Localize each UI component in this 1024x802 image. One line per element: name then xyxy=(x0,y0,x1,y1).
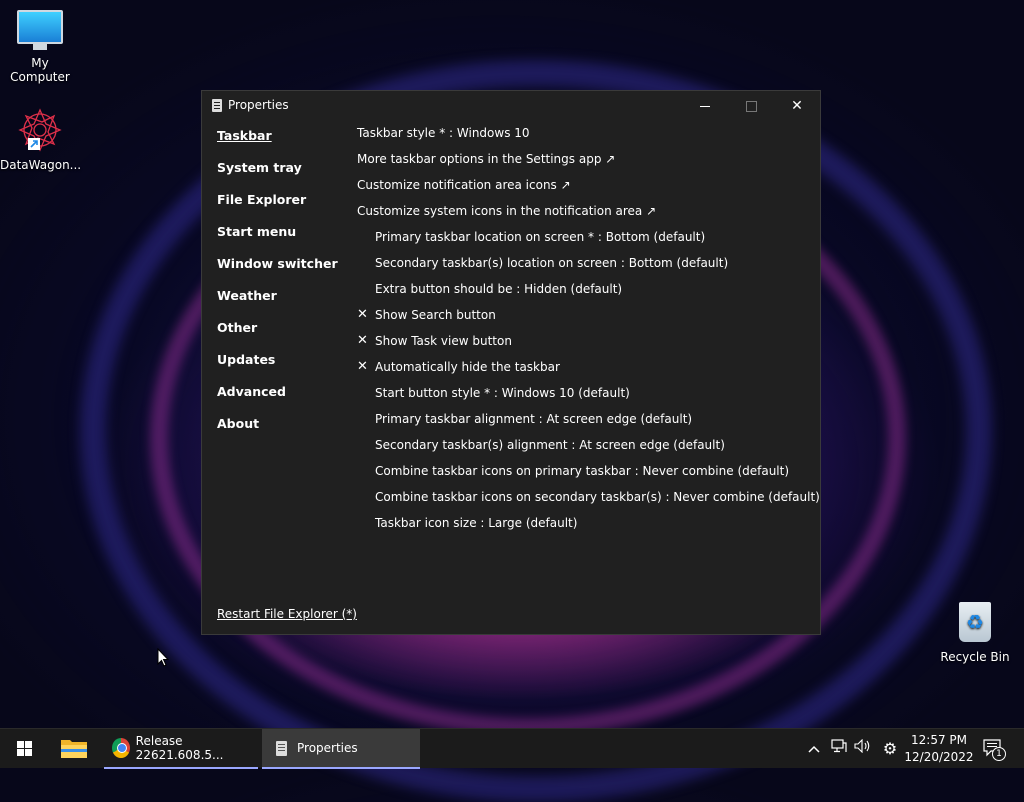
sidebar-item-updates[interactable]: Updates xyxy=(217,352,347,384)
setting-secondary-taskbar-alignment[interactable]: Secondary taskbar(s) alignment : At scre… xyxy=(357,437,807,463)
sidebar-item-window-switcher[interactable]: Window switcher xyxy=(217,256,347,288)
sidebar-nav: Taskbar System tray File Explorer Start … xyxy=(217,128,347,448)
desktop-icon-recycle-bin[interactable]: Recycle Bin xyxy=(935,602,1015,664)
setting-secondary-taskbar-location[interactable]: Secondary taskbar(s) location on screen … xyxy=(357,255,807,281)
close-button[interactable]: ✕ xyxy=(774,91,820,121)
sidebar-item-about[interactable]: About xyxy=(217,416,347,448)
mouse-cursor-icon xyxy=(157,648,169,667)
desktop-icon-label: My Computer xyxy=(10,56,70,84)
check-icon: ✕ xyxy=(357,307,368,322)
datawagon-icon xyxy=(18,108,62,152)
network-button[interactable] xyxy=(828,729,850,769)
window-title: Properties xyxy=(228,98,289,112)
sidebar-item-advanced[interactable]: Advanced xyxy=(217,384,347,416)
check-icon: ✕ xyxy=(357,333,368,348)
taskbar-item-properties[interactable]: Properties xyxy=(262,729,420,769)
maximize-icon xyxy=(745,100,757,112)
show-hidden-icons-button[interactable] xyxy=(804,729,824,769)
sidebar-item-start-menu[interactable]: Start menu xyxy=(217,224,347,256)
setting-combine-primary[interactable]: Combine taskbar icons on primary taskbar… xyxy=(357,463,807,489)
taskbar-item-chrome[interactable]: Release 22621.608.5... xyxy=(104,729,258,769)
volume-icon xyxy=(854,738,870,754)
clock-date: 12/20/2022 xyxy=(904,750,974,764)
clock-time: 12:57 PM xyxy=(911,733,967,747)
notification-count-badge: 1 xyxy=(992,747,1006,761)
setting-taskbar-style[interactable]: Taskbar style * : Windows 10 xyxy=(357,125,807,151)
desktop-icon-label: Recycle Bin xyxy=(940,650,1010,664)
windows-logo-icon xyxy=(17,741,32,756)
setting-start-button-style[interactable]: Start button style * : Windows 10 (defau… xyxy=(357,385,807,411)
setting-taskbar-icon-size[interactable]: Taskbar icon size : Large (default) xyxy=(357,515,807,541)
minimize-icon xyxy=(700,105,710,107)
monitor-icon xyxy=(17,10,63,50)
gear-icon: ⚙ xyxy=(882,739,898,758)
close-icon: ✕ xyxy=(791,98,803,114)
setting-extra-button[interactable]: Extra button should be : Hidden (default… xyxy=(357,281,807,307)
volume-button[interactable] xyxy=(852,729,874,769)
sidebar-item-file-explorer[interactable]: File Explorer xyxy=(217,192,347,224)
desktop-icon-label: DataWagon... xyxy=(0,158,82,172)
checkbox-label: Show Search button xyxy=(375,308,496,322)
file-explorer-icon[interactable] xyxy=(60,737,88,759)
setting-primary-taskbar-alignment[interactable]: Primary taskbar alignment : At screen ed… xyxy=(357,411,807,437)
desktop-icon-my-computer[interactable]: My Computer xyxy=(0,10,80,84)
check-icon: ✕ xyxy=(357,359,368,374)
properties-app-icon xyxy=(276,740,287,756)
sidebar-item-other[interactable]: Other xyxy=(217,320,347,352)
sidebar-item-weather[interactable]: Weather xyxy=(217,288,347,320)
maximize-button[interactable] xyxy=(728,91,774,121)
setting-combine-secondary[interactable]: Combine taskbar icons on secondary taskb… xyxy=(357,489,820,515)
taskbar: Release 22621.608.5... Properties ⚙ 12:5… xyxy=(0,728,1024,769)
chrome-icon xyxy=(112,738,130,758)
desktop-icon-datawagon[interactable]: DataWagon... xyxy=(0,106,82,172)
checkbox-show-search-button[interactable]: ✕ Show Search button xyxy=(357,307,807,333)
network-icon xyxy=(831,739,847,753)
start-button[interactable] xyxy=(0,729,48,769)
settings-list: Taskbar style * : Windows 10 More taskba… xyxy=(357,125,820,541)
link-system-icons[interactable]: Customize system icons in the notificati… xyxy=(357,203,807,229)
checkbox-show-task-view-button[interactable]: ✕ Show Task view button xyxy=(357,333,807,359)
title-bar[interactable]: Properties ✕ xyxy=(202,91,820,121)
chevron-up-icon xyxy=(808,745,820,753)
properties-app-icon xyxy=(212,99,222,112)
checkbox-label: Automatically hide the taskbar xyxy=(375,360,560,374)
properties-window: Properties ✕ Taskbar System tray File Ex… xyxy=(201,90,821,635)
settings-tray-button[interactable]: ⚙ xyxy=(878,729,902,769)
sidebar-item-taskbar[interactable]: Taskbar xyxy=(217,128,347,160)
taskbar-item-label: Properties xyxy=(297,741,358,755)
checkbox-auto-hide-taskbar[interactable]: ✕ Automatically hide the taskbar xyxy=(357,359,807,385)
minimize-button[interactable] xyxy=(682,91,728,121)
recycle-bin-icon xyxy=(959,602,991,642)
link-taskbar-options-settings[interactable]: More taskbar options in the Settings app… xyxy=(357,151,807,177)
restart-file-explorer-link[interactable]: Restart File Explorer (*) xyxy=(217,607,357,621)
sidebar-item-system-tray[interactable]: System tray xyxy=(217,160,347,192)
setting-primary-taskbar-location[interactable]: Primary taskbar location on screen * : B… xyxy=(357,229,807,255)
notification-center-button[interactable]: 1 xyxy=(983,739,1006,761)
link-notification-area-icons[interactable]: Customize notification area icons ↗ xyxy=(357,177,807,203)
taskbar-item-label: Release 22621.608.5... xyxy=(135,734,224,762)
clock[interactable]: 12:57 PM 12/20/2022 xyxy=(902,732,976,766)
checkbox-label: Show Task view button xyxy=(375,334,512,348)
